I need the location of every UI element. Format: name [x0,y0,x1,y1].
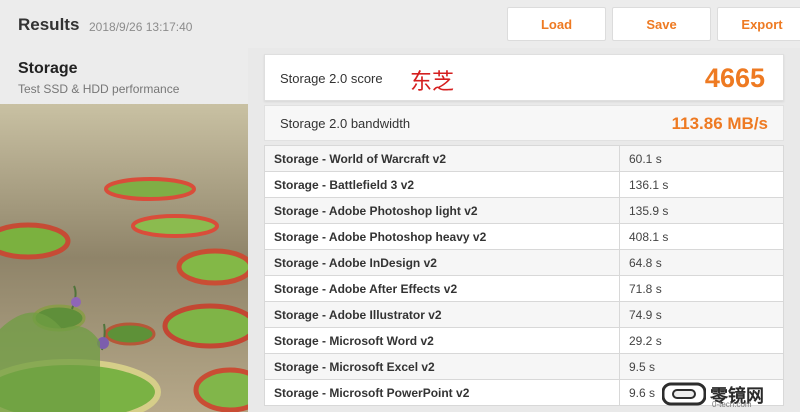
test-case-name: Storage - Battlefield 3 v2 [264,171,620,198]
bandwidth-card: Storage 2.0 bandwidth 113.86 MB/s [264,105,784,141]
test-case-name: Storage - World of Warcraft v2 [264,145,620,172]
test-case-time: 408.1 s [619,223,784,250]
watermark-logo-icon [661,382,707,406]
export-button[interactable]: Export [717,7,800,41]
page-title: Results [18,15,80,34]
table-row: Storage - Adobe Photoshop heavy v2 408.1 … [264,223,784,250]
test-case-time: 136.1 s [619,171,784,198]
test-case-time: 135.9 s [619,197,784,224]
test-case-time: 60.1 s [619,145,784,172]
table-row: Storage - Microsoft Excel v2 9.5 s [264,353,784,380]
score-card: Storage 2.0 score 东芝 4665 [264,54,784,101]
test-case-time: 71.8 s [619,275,784,302]
test-case-time: 29.2 s [619,327,784,354]
result-timestamp: 2018/9/26 13:17:40 [89,20,193,34]
bandwidth-label: Storage 2.0 bandwidth [280,116,411,131]
results-table: Storage - World of Warcraft v2 60.1 s Sto… [264,145,784,406]
test-case-name: Storage - Microsoft PowerPoint v2 [264,379,620,406]
table-row: Storage - Adobe After Effects v2 71.8 s [264,275,784,302]
test-case-name: Storage - Adobe Photoshop light v2 [264,197,620,224]
test-case-time: 9.5 s [619,353,784,380]
test-case-name: Storage - Microsoft Excel v2 [264,353,620,380]
table-row: Storage - Battlefield 3 v2 136.1 s [264,171,784,198]
table-row: Storage - Microsoft Word v2 29.2 s [264,327,784,354]
chinese-overlay-text: 东芝 [410,70,455,95]
table-row: Storage - Adobe Illustrator v2 74.9 s [264,301,784,328]
results-main: Storage 2.0 score 东芝 4665 Storage 2.0 ba… [258,48,790,412]
lily-pond-illustration [0,104,248,412]
test-case-name: Storage - Microsoft Word v2 [264,327,620,354]
results-header: Results 2018/9/26 13:17:40 Load Save Exp… [0,0,800,48]
test-case-time: 74.9 s [619,301,784,328]
storage-hero-image [0,104,248,412]
save-button[interactable]: Save [612,7,711,41]
test-name: Storage [18,60,78,77]
watermark-site: 0-tech.com [712,400,752,409]
score-label: Storage 2.0 score [280,71,383,86]
site-watermark: 零镜网 0-tech.com [661,382,792,409]
table-row: Storage - Adobe Photoshop light v2 135.9 … [264,197,784,224]
table-row: Storage - World of Warcraft v2 60.1 s [264,145,784,172]
test-case-name: Storage - Adobe InDesign v2 [264,249,620,276]
test-info-panel: Storage Test SSD & HDD performance [0,48,248,412]
test-subtitle: Test SSD & HDD performance [18,82,180,96]
test-case-name: Storage - Adobe Photoshop heavy v2 [264,223,620,250]
test-case-name: Storage - Adobe After Effects v2 [264,275,620,302]
bandwidth-value: 113.86 MB/s [671,114,768,133]
load-button[interactable]: Load [507,7,606,41]
test-case-time: 64.8 s [619,249,784,276]
table-row: Storage - Adobe InDesign v2 64.8 s [264,249,784,276]
test-case-name: Storage - Adobe Illustrator v2 [264,301,620,328]
score-value: 4665 [704,63,765,93]
